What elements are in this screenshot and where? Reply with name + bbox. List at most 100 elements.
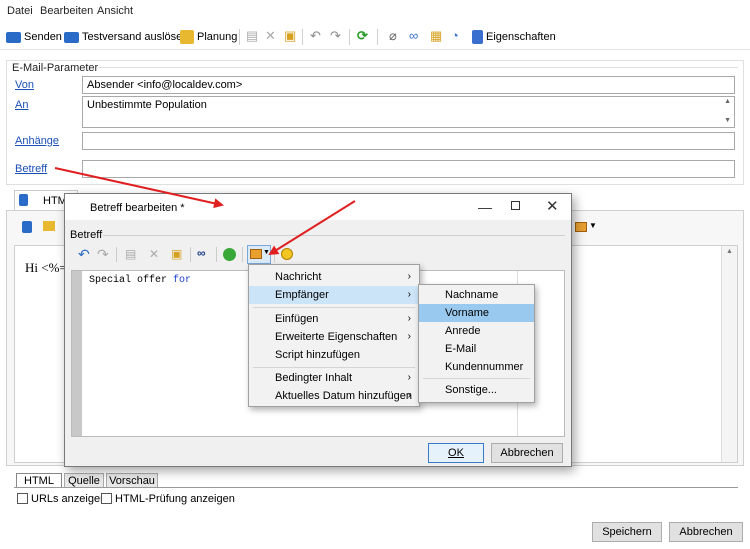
content-preview: Hi <%= [25,260,67,275]
html-file-icon [19,194,28,206]
menu-item-label: Einfügen [275,313,319,325]
redo-icon[interactable]: ↷ [330,29,341,43]
menu-item-label: Empfänger [275,289,329,301]
submenu-item-email[interactable]: E-Mail [419,340,534,358]
dialog-title: Betreff bearbeiten * [90,202,185,214]
folder-icon[interactable] [43,221,55,231]
paste-icon[interactable]: ▣ [171,247,182,261]
paste-icon[interactable]: ▣ [284,29,296,43]
menu-item-add-date[interactable]: Aktuelles Datum hinzufügen › [249,387,419,405]
refresh-icon[interactable]: ⟳ [357,29,368,43]
cut-icon[interactable]: ✕ [149,247,159,261]
menu-item-conditional-content[interactable]: Bedingter Inhalt › [249,369,419,387]
show-html-check-checkbox[interactable]: HTML-Prüfung anzeigen [101,493,235,505]
checkbox-box[interactable] [17,493,28,504]
to-value: Unbestimmte Population [87,99,207,111]
planning-button[interactable]: Planung [180,28,237,46]
menu-divider [423,378,530,379]
editor-mode-tabs: HTML Quelle Vorschau [16,473,316,488]
gift-icon[interactable]: ▦ [430,29,442,43]
recipient-submenu: Nachname Vorname Anrede E-Mail Kundennum… [418,284,535,403]
dropdown-arrow-icon[interactable]: ▼ [589,221,597,230]
maximize-icon[interactable] [511,201,520,210]
scroll-up-icon[interactable]: ▲ [724,98,731,105]
toolbar-separator [239,29,240,45]
cut-icon[interactable]: ✕ [265,29,276,43]
menu-item-insert[interactable]: Einfügen › [249,310,419,328]
menu-datei[interactable]: Datei [7,5,33,17]
minimize-icon[interactable]: — [478,199,492,215]
send-label: Senden [24,31,62,43]
submenu-item-salutation[interactable]: Anrede [419,322,534,340]
submenu-arrow-icon: › [407,372,411,383]
scroll-down-icon[interactable]: ▼ [724,117,731,124]
undo-icon[interactable]: ↶ [78,246,90,263]
copy-icon[interactable]: ▤ [246,29,258,43]
menu-ansicht[interactable]: Ansicht [97,5,133,17]
menu-divider [253,367,415,368]
menu-item-recipient[interactable]: Empfänger › [249,286,419,304]
tab-source[interactable]: Quelle [64,473,104,488]
personalize-icon-bg[interactable] [575,222,587,232]
toolbar-separator [242,247,243,262]
tab-baseline [14,487,738,488]
subject-field[interactable] [82,160,735,178]
toolbar-separator [116,247,117,262]
submenu-item-lastname[interactable]: Nachname [419,286,534,304]
save-button[interactable]: Speichern [592,522,662,542]
submenu-item-firstname[interactable]: Vorname [419,304,534,322]
toolbar-separator [216,247,217,262]
personalize-menu: Nachricht › Empfänger › Einfügen › Erweiter… [248,264,420,407]
to-link[interactable]: An [15,99,28,111]
emoji-icon[interactable] [281,248,293,260]
copy-icon[interactable]: ▤ [125,247,136,261]
submenu-arrow-icon: › [407,313,411,324]
from-link[interactable]: Von [15,79,34,91]
submenu-item-customer-number[interactable]: Kundennummer [419,358,534,376]
test-send-button[interactable]: Testversand auslösen [64,28,188,46]
ok-button[interactable]: OK [428,443,484,463]
tracking-icon[interactable]: ◔ [451,29,459,43]
send-button[interactable]: Senden [6,28,62,46]
menu-item-advanced-properties[interactable]: Erweiterte Eigenschaften › [249,328,419,346]
dialog-cancel-button[interactable]: Abbrechen [491,443,563,463]
check-syntax-icon[interactable] [223,248,236,261]
properties-button[interactable]: Eigenschaften [472,28,556,46]
undo-icon[interactable]: ↶ [310,29,321,43]
properties-label: Eigenschaften [486,31,556,43]
subject-text-keyword: for [173,275,192,286]
subject-text: Special offer for [89,275,191,286]
tab-html[interactable]: HTML [16,473,62,488]
redo-icon[interactable]: ↷ [97,246,109,263]
attachment-icon[interactable]: ⌀ [389,29,397,43]
menu-item-label: Aktuelles Datum hinzufügen [275,390,412,402]
attachments-field[interactable] [82,132,735,150]
link-icon[interactable]: ∞ [409,29,418,43]
find-icon[interactable]: ∞ [197,246,206,260]
from-field[interactable]: Absender <info@localdev.com> [82,76,735,94]
attachments-link[interactable]: Anhänge [15,135,59,147]
submenu-item-other[interactable]: Sonstige... [419,381,534,399]
menu-bearbeiten[interactable]: Bearbeiten [40,5,93,17]
editor-scrollbar[interactable]: ▲ [721,246,737,462]
show-urls-checkbox[interactable]: URLs anzeigen [17,493,106,505]
close-icon[interactable]: ✕ [546,197,559,215]
envelope-check-icon [64,31,79,43]
menu-item-add-script[interactable]: Script hinzufügen [249,346,419,364]
dialog-toolbar: ↶ ↷ ▤ ✕ ▣ ∞ ▼ [70,244,564,266]
toolbar-separator [190,247,191,262]
dialog-titlebar: Betreff bearbeiten * — ✕ [65,194,571,220]
checkbox-box[interactable] [101,493,112,504]
scroll-up-icon[interactable]: ▲ [726,248,733,255]
calendar-icon [180,30,194,44]
editor-html-icon[interactable] [22,221,32,233]
menu-item-message[interactable]: Nachricht › [249,268,419,286]
submenu-arrow-icon: › [407,289,411,300]
cancel-button[interactable]: Abbrechen [669,522,743,542]
subject-link[interactable]: Betreff [15,163,47,175]
to-field[interactable]: Unbestimmte Population ▲ ▼ [82,96,735,128]
tab-preview[interactable]: Vorschau [106,473,158,488]
submenu-arrow-icon: › [407,331,411,342]
submenu-arrow-icon: › [407,271,411,282]
show-urls-label: URLs anzeigen [31,493,107,505]
